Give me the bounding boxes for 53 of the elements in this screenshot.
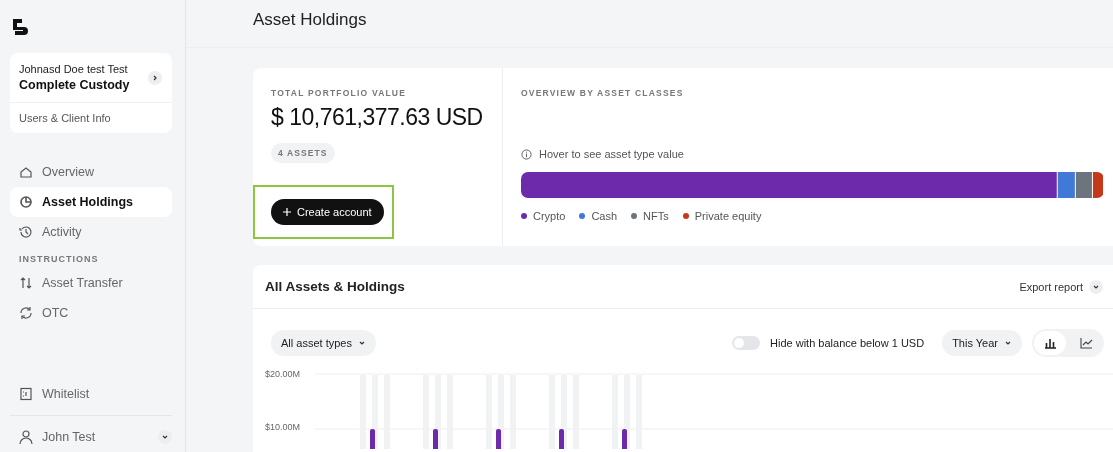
bar: [433, 429, 438, 449]
export-button[interactable]: Export report: [1013, 278, 1109, 295]
account-plan: Complete Custody: [19, 78, 130, 92]
caret-icon: [161, 433, 169, 441]
nav-item[interactable]: Activity: [10, 217, 172, 247]
portfolio-value: $ 10,761,377.63 USD: [271, 104, 483, 131]
period-dropdown[interactable]: This Year: [942, 330, 1022, 356]
dropdown-button[interactable]: [158, 430, 172, 444]
arrows-icon: [19, 276, 33, 290]
client-info-link[interactable]: Users & Client Info: [10, 103, 172, 133]
section-title: INSTRUCTIONS: [18, 253, 100, 266]
portfolio-label: TOTAL PORTFOLIO VALUE: [271, 88, 407, 98]
expand-button[interactable]: [148, 70, 162, 85]
caret-icon: [1004, 339, 1012, 347]
plus-icon: [283, 208, 291, 216]
bar: [496, 429, 501, 449]
user-icon: [19, 430, 33, 444]
bar: [559, 429, 564, 449]
line-chart-icon: [1079, 337, 1093, 349]
caret-icon: [357, 339, 366, 347]
legend-label: Cash: [591, 210, 618, 222]
caret-icon: [151, 73, 159, 82]
view-button[interactable]: [1034, 331, 1066, 355]
toggle-label: Hide with balance below 1 USD: [770, 337, 925, 349]
asset-count: 4 ASSETS: [271, 143, 335, 163]
asset-type-dropdown[interactable]: All asset types: [271, 330, 376, 356]
hint-text: Hover to see asset type value: [539, 148, 684, 160]
axis-label: $20.00M: [265, 369, 302, 379]
section-heading: All Assets & Holdings: [265, 279, 405, 294]
home-icon: [19, 165, 33, 179]
nav-item[interactable]: OTC: [10, 298, 172, 328]
nav-item[interactable]: Asset Holdings: [10, 187, 172, 217]
legend-label: Crypto: [533, 210, 566, 222]
hide-toggle[interactable]: [732, 336, 761, 350]
bar: [370, 429, 375, 449]
list-icon: [19, 387, 33, 401]
nav-item[interactable]: Asset Transfer: [10, 268, 172, 298]
history-icon: [19, 225, 33, 239]
overview-title: OVERVIEW BY ASSET CLASSES: [521, 88, 685, 98]
info-icon: [521, 148, 532, 160]
page-title: Asset Holdings: [253, 9, 367, 30]
bar: [622, 429, 627, 449]
create-account-button[interactable]: Create account: [271, 199, 384, 225]
account-name: Johnasd Doe test Test: [19, 63, 129, 75]
nav-item[interactable]: Whitelist: [10, 379, 172, 409]
refresh-icon: [19, 306, 33, 320]
user-menu[interactable]: John Test: [10, 422, 172, 452]
pie-chart-icon: [19, 195, 33, 209]
bar-chart-icon: [1043, 337, 1057, 349]
axis-label: $10.00M: [265, 422, 302, 432]
legend-label: NFTs: [643, 210, 669, 222]
legend-label: Private equity: [694, 210, 762, 222]
nav-item[interactable]: Overview: [10, 157, 172, 187]
